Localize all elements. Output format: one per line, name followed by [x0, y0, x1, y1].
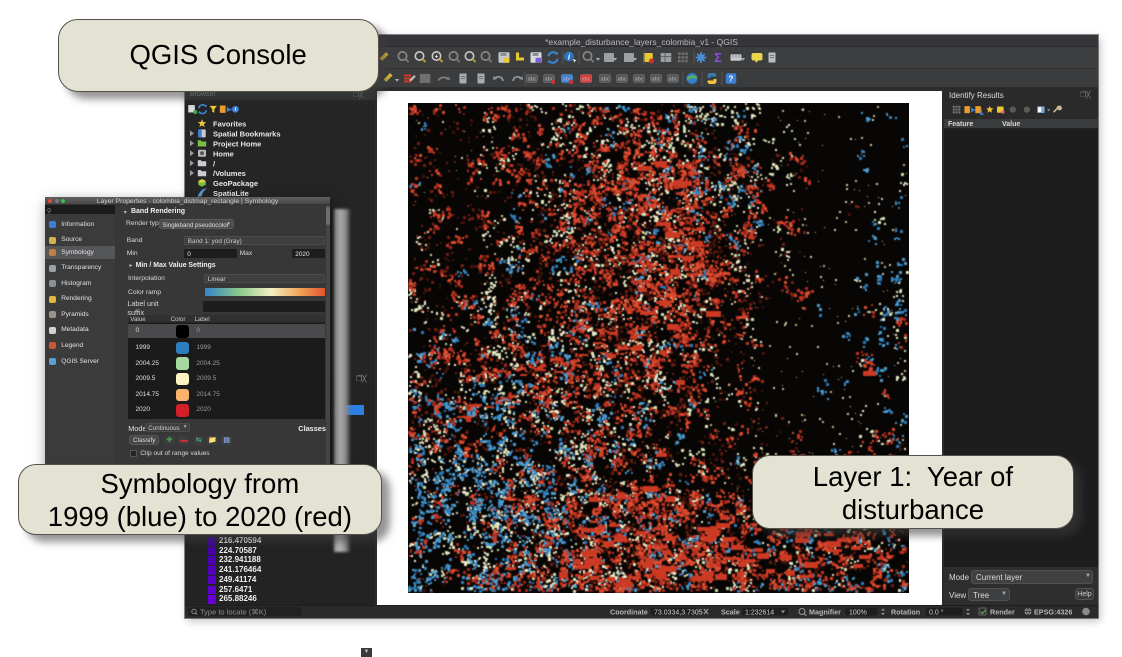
svg-text:+: + — [435, 55, 439, 61]
svg-text:Favorites: Favorites — [213, 120, 246, 129]
svg-text:GeoPackage: GeoPackage — [213, 179, 258, 188]
svg-text:Home: Home — [213, 149, 234, 158]
svg-text:?: ? — [729, 75, 734, 84]
svg-text:Σ: Σ — [714, 50, 722, 65]
svg-text:73.0334,3.7305: 73.0334,3.7305 — [654, 610, 703, 617]
svg-text:0.0 °: 0.0 ° — [929, 609, 944, 617]
svg-text:abc: abc — [582, 77, 591, 83]
svg-text:EPSG:4326: EPSG:4326 — [1034, 608, 1072, 617]
svg-text:100%: 100% — [849, 610, 867, 617]
svg-text:abc: abc — [669, 77, 678, 83]
svg-text:Spatial Bookmarks: Spatial Bookmarks — [213, 130, 281, 139]
svg-text:abc: abc — [652, 77, 661, 83]
svg-text:Type to locate (⌘K): Type to locate (⌘K) — [200, 608, 267, 617]
svg-text:abc: abc — [618, 77, 627, 83]
svg-text:abc: abc — [635, 77, 644, 83]
svg-text:1:232614: 1:232614 — [745, 610, 774, 617]
svg-text:Rotation: Rotation — [891, 608, 920, 617]
svg-text:Project Home: Project Home — [213, 140, 261, 149]
svg-text:Magnifier: Magnifier — [809, 608, 841, 617]
svg-text:abc: abc — [528, 77, 537, 83]
svg-text:abc: abc — [601, 77, 610, 83]
svg-text:/Volumes: /Volumes — [213, 169, 246, 178]
svg-text:/: / — [213, 159, 216, 168]
svg-text:Coordinate: Coordinate — [610, 608, 648, 617]
svg-text:Scale: Scale — [721, 608, 740, 617]
svg-text:Render: Render — [990, 608, 1015, 617]
